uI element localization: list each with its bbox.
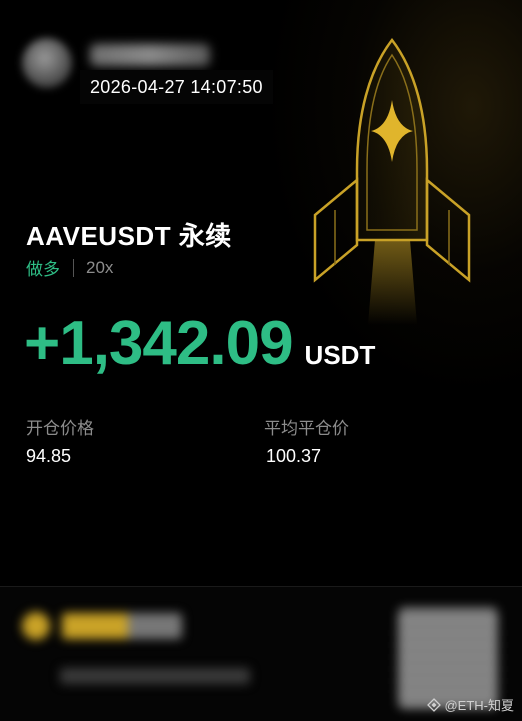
brand-logo-blurred xyxy=(22,612,182,640)
entry-price-label: 开仓价格 xyxy=(26,419,94,438)
timestamp: 2026-04-27 14:07:50 xyxy=(80,70,273,104)
pnl-row: +1,342.09 USDT xyxy=(24,308,375,379)
divider xyxy=(73,258,74,277)
referral-text-blurred xyxy=(60,668,250,684)
diamond-logo-icon xyxy=(427,697,442,712)
watermark-text: @ETH-知夏 xyxy=(444,698,514,713)
leverage: 20x xyxy=(86,257,114,277)
close-price-label: 平均平仓价 xyxy=(264,419,349,438)
contract-pair: AAVEUSDT 永续 xyxy=(26,221,232,251)
pnl-unit: USDT xyxy=(304,340,376,370)
qr-code-blurred xyxy=(398,608,498,708)
share-card: 2026-04-27 14:07:50 AAVEUSDT 永续 做多 20x +… xyxy=(0,0,522,586)
pnl-value: +1,342.09 xyxy=(24,309,294,378)
watermark: @ETH-知夏 xyxy=(427,695,514,714)
username-blurred xyxy=(90,44,210,66)
entry-price-value: 94.85 xyxy=(26,446,72,466)
rocket-illustration xyxy=(313,37,471,325)
position-meta: 做多 20x xyxy=(26,255,113,280)
close-price-value: 100.37 xyxy=(266,446,322,466)
avatar xyxy=(22,38,72,88)
position-side: 做多 xyxy=(26,260,60,279)
brand-name-blurred xyxy=(62,613,182,639)
brand-icon xyxy=(22,612,50,640)
